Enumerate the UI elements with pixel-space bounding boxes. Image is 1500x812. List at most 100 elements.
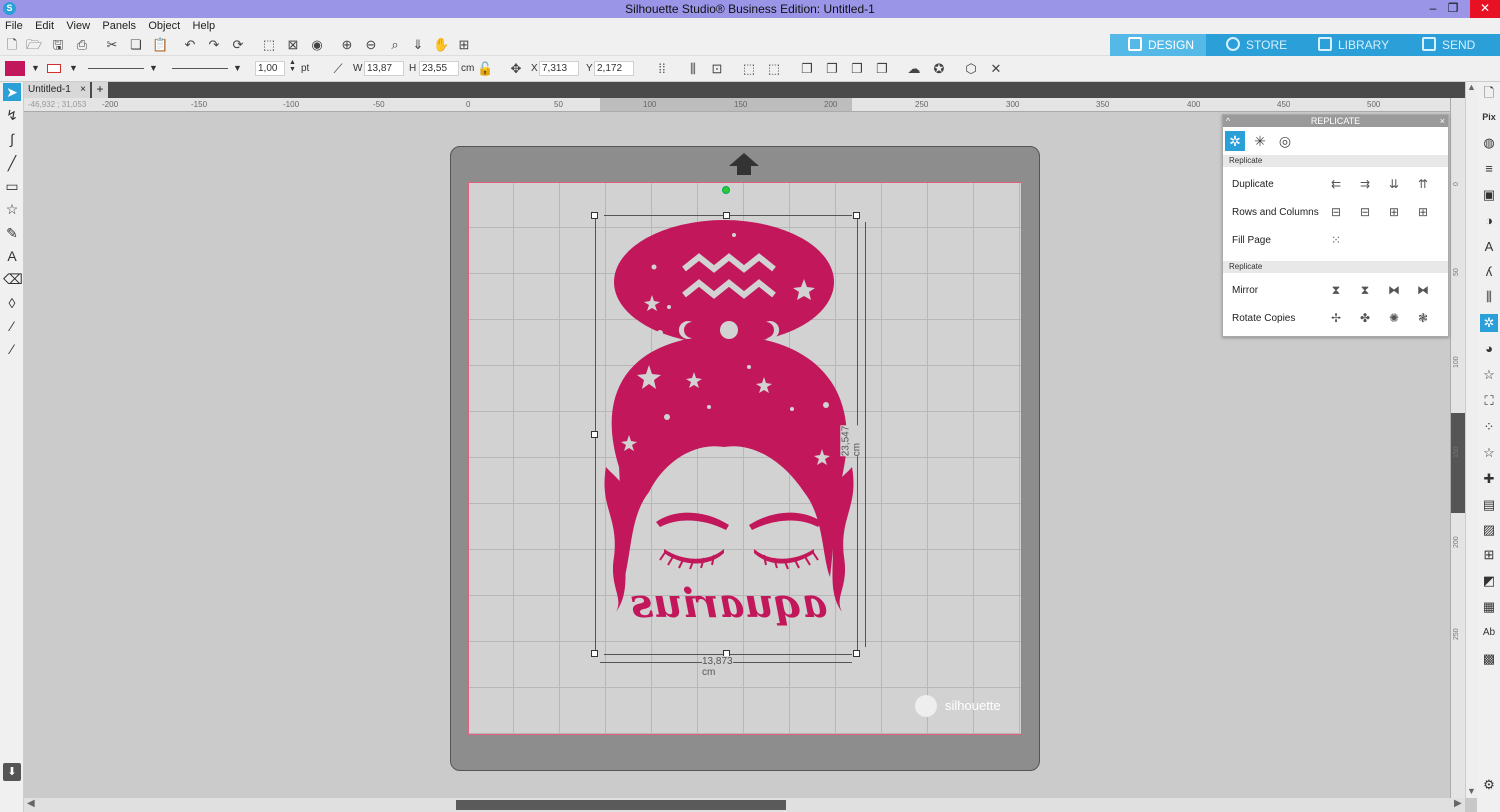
deselect-icon[interactable]: ⊠ — [285, 37, 301, 53]
mirror-above-icon[interactable]: ⧗ — [1354, 280, 1376, 300]
duplicate-right-icon[interactable]: ⇉ — [1354, 174, 1376, 194]
rotate-handle[interactable] — [722, 186, 730, 194]
weld-icon[interactable]: ☁ — [906, 61, 922, 77]
scrollbar-thumb[interactable] — [456, 800, 786, 810]
image-effects-icon[interactable]: ▣ — [1480, 186, 1498, 204]
mirror-left-icon[interactable]: ⧓ — [1383, 280, 1405, 300]
transparency-icon[interactable]: ◑ — [1480, 212, 1498, 230]
rotate-six-copies-icon[interactable]: ✺ — [1383, 308, 1405, 328]
rotate-eight-copies-icon[interactable]: ❃ — [1412, 308, 1434, 328]
menu-file[interactable]: File — [0, 19, 27, 32]
close-tab-icon[interactable]: × — [80, 82, 86, 98]
resize-handle[interactable] — [853, 212, 860, 219]
text-tool-icon[interactable]: A — [3, 247, 21, 265]
line-tool-icon[interactable]: ╱ — [3, 154, 21, 172]
replicate-panel-icon[interactable]: ✲ — [1480, 314, 1498, 332]
close-button[interactable]: ✕ — [1470, 0, 1500, 18]
position-grid-icon[interactable]: ⁞⁞ — [654, 61, 670, 77]
fit-page-icon[interactable]: ⊞ — [456, 37, 472, 53]
page-setup-icon[interactable]: 🗋 — [1480, 84, 1498, 102]
layers-panel-icon[interactable]: ▤ — [1480, 496, 1498, 514]
zoom-out-icon[interactable]: ⊖ — [363, 37, 379, 53]
text-path-icon[interactable]: ʎ — [1480, 263, 1498, 281]
tab-library[interactable]: LIBRARY — [1318, 34, 1410, 56]
row-of-two-icon[interactable]: ⊟ — [1325, 202, 1347, 222]
tab-design[interactable]: DESIGN — [1110, 34, 1206, 56]
line-style-dropdown-icon[interactable]: ▼ — [149, 63, 158, 73]
copy-icon[interactable]: ❏ — [128, 37, 144, 53]
replicate-advanced-tab-icon[interactable]: ✳ — [1250, 131, 1270, 151]
font-panel-icon[interactable]: Ab — [1480, 624, 1498, 642]
add-tab-button[interactable]: + — [92, 82, 108, 98]
stroke-color-swatch[interactable] — [47, 64, 61, 73]
eraser-tool-icon[interactable]: ⌫ — [3, 270, 23, 288]
menu-edit[interactable]: Edit — [30, 19, 58, 32]
rotate-two-copies-icon[interactable]: ✢ — [1325, 308, 1347, 328]
zoom-fit-icon[interactable]: ⇓ — [410, 37, 426, 53]
rectangle-tool-icon[interactable]: ▭ — [3, 177, 21, 195]
tab-store[interactable]: STORE — [1226, 34, 1310, 56]
fill-panel-icon[interactable]: ◍ — [1480, 134, 1498, 152]
3d-box-icon[interactable]: ⬡ — [963, 61, 979, 77]
send-backward-icon[interactable]: ❐ — [849, 61, 865, 77]
stroke-dropdown-icon[interactable]: ▼ — [69, 63, 78, 73]
rhinestone-panel-icon[interactable]: ⊞ — [1480, 546, 1498, 564]
zoom-select-icon[interactable]: ⌕ — [387, 37, 403, 53]
scroll-up-icon[interactable]: ▲ — [1467, 82, 1476, 92]
send-to-back-icon[interactable]: ❐ — [874, 61, 890, 77]
hatch-panel-icon[interactable]: ▨ — [1480, 521, 1498, 539]
knife-tool-icon[interactable]: ◊ — [3, 294, 21, 312]
menu-panels[interactable]: Panels — [97, 19, 140, 32]
line-join-sample[interactable] — [172, 68, 228, 69]
document-tab[interactable]: Untitled-1 × — [24, 82, 90, 98]
bring-to-front-icon[interactable]: ❐ — [799, 61, 815, 77]
edit-points-icon[interactable]: ◉ — [309, 37, 325, 53]
paste-icon[interactable]: 📋 — [152, 37, 168, 53]
scroll-right-icon[interactable]: ▶ — [1454, 798, 1462, 809]
fill-page-icon[interactable]: ⁙ — [1325, 230, 1347, 250]
collapse-panel-icon[interactable]: ^ — [1226, 115, 1230, 127]
redraw-icon[interactable]: ⟳ — [230, 37, 246, 53]
row-of-three-icon[interactable]: ⊟ — [1354, 202, 1376, 222]
pixscan-icon[interactable]: Pix — [1480, 108, 1498, 126]
horizontal-scrollbar[interactable]: ◀ ▶ — [24, 798, 1465, 812]
close-panel-icon[interactable]: × — [1440, 115, 1445, 127]
emboss-panel-icon[interactable]: ◩ — [1480, 572, 1498, 590]
offset-icon[interactable]: ✪ — [931, 61, 947, 77]
vertical-scrollbar[interactable]: ▲ ▼ — [1465, 82, 1477, 798]
cut-icon[interactable]: ✂ — [104, 37, 120, 53]
zoom-in-icon[interactable]: ⊕ — [339, 37, 355, 53]
settings-icon[interactable]: ⚙ — [1480, 776, 1498, 794]
bring-forward-icon[interactable]: ❐ — [824, 61, 840, 77]
open-file-icon[interactable]: 🗁 — [26, 37, 42, 53]
duplicate-below-icon[interactable]: ⇊ — [1383, 174, 1405, 194]
resize-handle[interactable] — [591, 431, 598, 438]
resize-handle[interactable] — [853, 650, 860, 657]
eyedropper-tool-icon[interactable]: ⁄ — [3, 317, 21, 335]
star-panel-icon[interactable]: ☆ — [1480, 444, 1498, 462]
delete-icon[interactable]: ✕ — [988, 61, 1004, 77]
replicate-tab-icon[interactable]: ✲ — [1225, 131, 1245, 151]
star-tool-icon[interactable]: ☆ — [3, 200, 21, 218]
rotate-four-copies-icon[interactable]: ✤ — [1354, 308, 1376, 328]
curve-tool-icon[interactable]: ∫ — [3, 130, 21, 148]
undo-icon[interactable]: ↶ — [182, 37, 198, 53]
resize-handle[interactable] — [591, 212, 598, 219]
puzzle-panel-icon[interactable]: ✚ — [1480, 470, 1498, 488]
line-join-dropdown-icon[interactable]: ▼ — [233, 63, 242, 73]
trace-panel-icon[interactable]: ⛶ — [1480, 392, 1498, 410]
pipette-tool-icon[interactable]: ⁄ — [3, 340, 21, 358]
mirror-right-icon[interactable]: ⧓ — [1412, 280, 1434, 300]
modify-panel-icon[interactable]: ◕ — [1480, 340, 1498, 358]
save-icon[interactable]: 🖫 — [50, 37, 66, 53]
sketch-panel-icon[interactable]: ⁘ — [1480, 418, 1498, 436]
group-icon[interactable]: ⬚ — [741, 61, 757, 77]
ungroup-icon[interactable]: ⬚ — [766, 61, 782, 77]
line-panel-icon[interactable]: ≡ — [1480, 160, 1498, 178]
warp-panel-icon[interactable]: ▦ — [1480, 598, 1498, 616]
redo-icon[interactable]: ↷ — [206, 37, 222, 53]
radial-replicate-tab-icon[interactable]: ◎ — [1275, 131, 1295, 151]
scroll-down-icon[interactable]: ▼ — [1467, 786, 1476, 796]
line-style-sample[interactable] — [88, 68, 144, 69]
offset-panel-icon[interactable]: ☆ — [1480, 366, 1498, 384]
